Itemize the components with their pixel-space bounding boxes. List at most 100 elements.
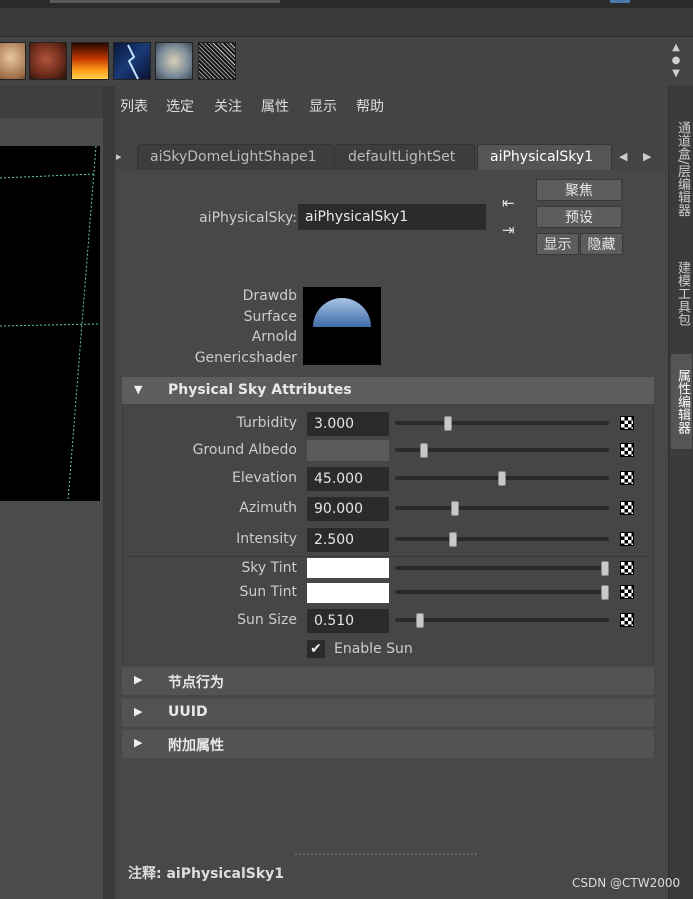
fire-icon[interactable]: [71, 42, 109, 80]
menu-list[interactable]: 列表: [120, 96, 148, 116]
hide-button[interactable]: 隐藏: [580, 233, 623, 255]
scroll-down-icon[interactable]: ▼: [669, 67, 683, 80]
input-connection-icon[interactable]: ⇤: [502, 194, 522, 212]
menu-focus[interactable]: 关注: [214, 96, 242, 116]
turbidity-map-button[interactable]: [620, 416, 634, 430]
sun-size-field[interactable]: 0.510: [307, 609, 389, 633]
extra-attributes-section-header[interactable]: ▶ 附加属性: [122, 730, 654, 758]
focus-button[interactable]: 聚焦: [536, 179, 622, 201]
lightning-icon[interactable]: [113, 42, 151, 80]
sun-size-slider-handle[interactable]: [415, 613, 424, 628]
tab-defaultLightSet[interactable]: defaultLightSet: [335, 144, 475, 170]
turbidity-field[interactable]: 3.000: [307, 412, 389, 436]
attribute-separator: [124, 556, 652, 557]
sky-dome-preview: [313, 298, 371, 327]
tab-channel-box[interactable]: 通道盒/层编辑器: [671, 106, 692, 231]
enable-sun-checkbox[interactable]: ✔: [307, 640, 325, 658]
intensity-field[interactable]: 2.500: [307, 528, 389, 552]
turbidity-slider-handle[interactable]: [444, 416, 453, 431]
clouds-icon[interactable]: [155, 42, 193, 80]
shelf-scroll[interactable]: ▲ ● ▼: [669, 41, 685, 83]
ground-albedo-slider-handle[interactable]: [419, 443, 428, 458]
intensity-map-button[interactable]: [620, 532, 634, 546]
enable-sun-label: Enable Sun: [334, 641, 413, 657]
uuid-section-header[interactable]: ▶ UUID: [122, 699, 654, 727]
menu-help[interactable]: 帮助: [356, 96, 384, 116]
azimuth-field[interactable]: 90.000: [307, 497, 389, 521]
presets-button[interactable]: 预设: [536, 206, 622, 228]
right-tab-bar: 通道盒/层编辑器 建模工具包 属性编辑器: [668, 86, 693, 899]
expand-triangle-icon: ▶: [134, 705, 143, 718]
sun-tint-slider[interactable]: [395, 590, 609, 594]
tab-prev-icon[interactable]: ◀: [619, 150, 627, 163]
sky-tint-swatch[interactable]: [307, 558, 389, 578]
scroll-dot-icon[interactable]: ●: [669, 54, 683, 67]
node-name-field[interactable]: aiPhysicalSky1: [298, 204, 486, 230]
notes-splitter[interactable]: [295, 853, 477, 855]
tab-aiPhysicalSky1[interactable]: aiPhysicalSky1: [477, 144, 612, 170]
sg-drawdb: Drawdb: [242, 288, 297, 304]
menu-selected[interactable]: 选定: [166, 96, 194, 116]
collapse-triangle-icon: ▼: [134, 383, 143, 396]
shelf: ▲ ● ▼: [0, 36, 693, 86]
noise-icon[interactable]: [198, 42, 236, 80]
ground-albedo-field[interactable]: [307, 440, 389, 461]
elevation-label: Elevation: [231, 470, 297, 486]
node-type-label: aiPhysicalSky:: [199, 210, 297, 226]
sky-tint-slider-handle[interactable]: [601, 561, 609, 576]
azimuth-slider-handle[interactable]: [450, 501, 459, 516]
elevation-slider-handle[interactable]: [498, 471, 506, 486]
panel-splitter[interactable]: [103, 86, 115, 899]
checkmark-icon: ✔: [310, 641, 322, 657]
azimuth-slider[interactable]: [395, 506, 609, 510]
intensity-slider[interactable]: [395, 537, 609, 541]
azimuth-label: Azimuth: [239, 500, 297, 516]
sun-tint-slider-handle[interactable]: [601, 585, 609, 600]
intensity-label: Intensity: [236, 531, 297, 547]
turbidity-label: Turbidity: [236, 415, 297, 431]
turbidity-slider[interactable]: [395, 421, 609, 425]
hand-shader-icon[interactable]: [0, 42, 26, 80]
expand-triangle-icon: ▶: [134, 673, 143, 686]
sky-tint-map-button[interactable]: [620, 561, 634, 575]
sg-arnold: Arnold: [251, 329, 297, 345]
grid-lines-graphic: [0, 146, 99, 501]
sun-tint-map-button[interactable]: [620, 585, 634, 599]
lightning-bolt-graphic: [127, 44, 139, 80]
status-field: [50, 0, 280, 3]
section-title: 附加属性: [168, 738, 224, 754]
tab-scroll-left-icon[interactable]: ▸: [116, 150, 122, 163]
ground-albedo-map-button[interactable]: [620, 443, 634, 457]
material-swatch[interactable]: [303, 287, 381, 365]
ground-albedo-label: Ground Albedo: [192, 442, 297, 458]
node-tabs: ▸ aiSkyDomeLightShape1 defaultLightSet a…: [115, 144, 668, 170]
sun-tint-swatch[interactable]: [307, 583, 389, 603]
tab-attribute-editor[interactable]: 属性编辑器: [671, 354, 692, 449]
watermark: CSDN @CTW2000: [572, 876, 681, 890]
azimuth-map-button[interactable]: [620, 501, 634, 515]
notes-label: 注释: aiPhysicalSky1: [128, 866, 285, 882]
node-behavior-section-header[interactable]: ▶ 节点行为: [122, 667, 654, 695]
elevation-map-button[interactable]: [620, 471, 634, 485]
sun-size-slider[interactable]: [395, 618, 609, 622]
elevation-field[interactable]: 45.000: [307, 467, 389, 491]
menu-attributes[interactable]: 属性: [261, 96, 289, 116]
tab-aiSkyDomeLightShape1[interactable]: aiSkyDomeLightShape1: [137, 144, 334, 170]
intensity-slider-handle[interactable]: [448, 532, 457, 547]
sky-tint-label: Sky Tint: [241, 560, 297, 576]
menu-show[interactable]: 显示: [309, 96, 337, 116]
hair-shader-icon[interactable]: [29, 42, 67, 80]
sun-size-map-button[interactable]: [620, 613, 634, 627]
sky-tint-slider[interactable]: [395, 566, 609, 570]
tab-modeling-toolkit[interactable]: 建模工具包: [671, 248, 692, 338]
section-title: Physical Sky Attributes: [168, 382, 352, 398]
show-button[interactable]: 显示: [536, 233, 579, 255]
expand-triangle-icon: ▶: [134, 736, 143, 749]
output-connection-icon[interactable]: ⇥: [502, 221, 522, 239]
physical-sky-section-header[interactable]: ▼ Physical Sky Attributes: [122, 377, 654, 405]
viewport-panel[interactable]: [0, 86, 103, 899]
tab-next-icon[interactable]: ▶: [643, 150, 651, 163]
scroll-up-icon[interactable]: ▲: [669, 41, 683, 54]
section-title: 节点行为: [168, 675, 224, 691]
viewport-canvas[interactable]: [0, 146, 100, 501]
